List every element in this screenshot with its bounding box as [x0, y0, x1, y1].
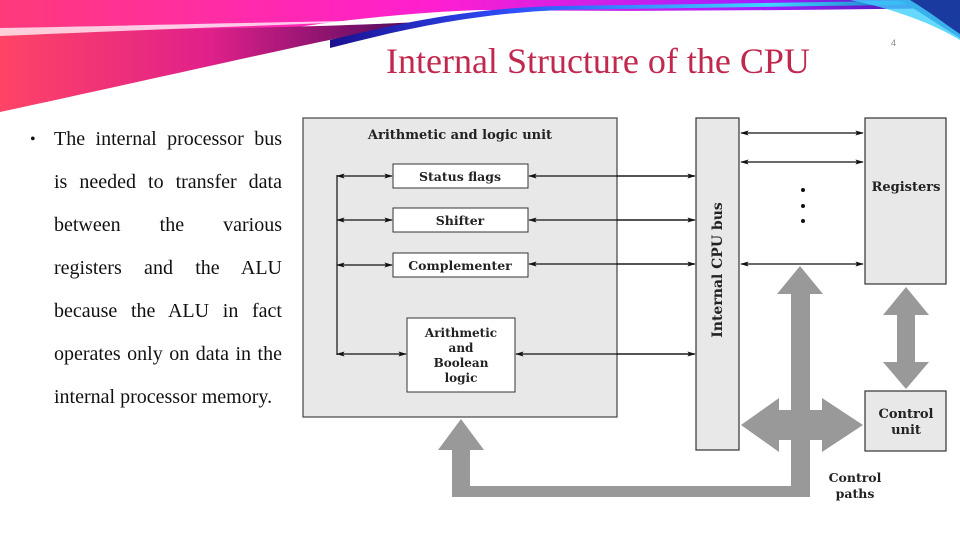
- complementer-label: Complementer: [408, 258, 512, 273]
- control-unit-label-line-2: unit: [891, 423, 921, 438]
- alu-label: Arithmetic and logic unit: [367, 128, 552, 143]
- control-unit-label-line-1: Control: [879, 407, 934, 422]
- abl-label-line-1: Arithmetic: [424, 326, 497, 340]
- ellipsis-dot: [801, 204, 805, 208]
- ellipsis-dot: [801, 219, 805, 223]
- cpu-diagram: Arithmetic and logic unit Status flags S…: [302, 117, 947, 501]
- abl-label-line-4: logic: [445, 371, 478, 385]
- ellipsis-dot: [801, 188, 805, 192]
- registers-control-arrow: [883, 287, 929, 389]
- abl-label-line-3: Boolean: [434, 356, 489, 370]
- status-flags-label: Status flags: [419, 169, 501, 184]
- control-paths-label-line-1: Control: [829, 470, 882, 485]
- abl-label-line-2: and: [449, 341, 475, 355]
- shifter-label: Shifter: [436, 213, 485, 228]
- control-paths-label-line-2: paths: [836, 486, 875, 501]
- registers-label: Registers: [872, 180, 941, 195]
- registers-box: [864, 117, 947, 285]
- internal-cpu-bus-label: Internal CPU bus: [710, 202, 726, 338]
